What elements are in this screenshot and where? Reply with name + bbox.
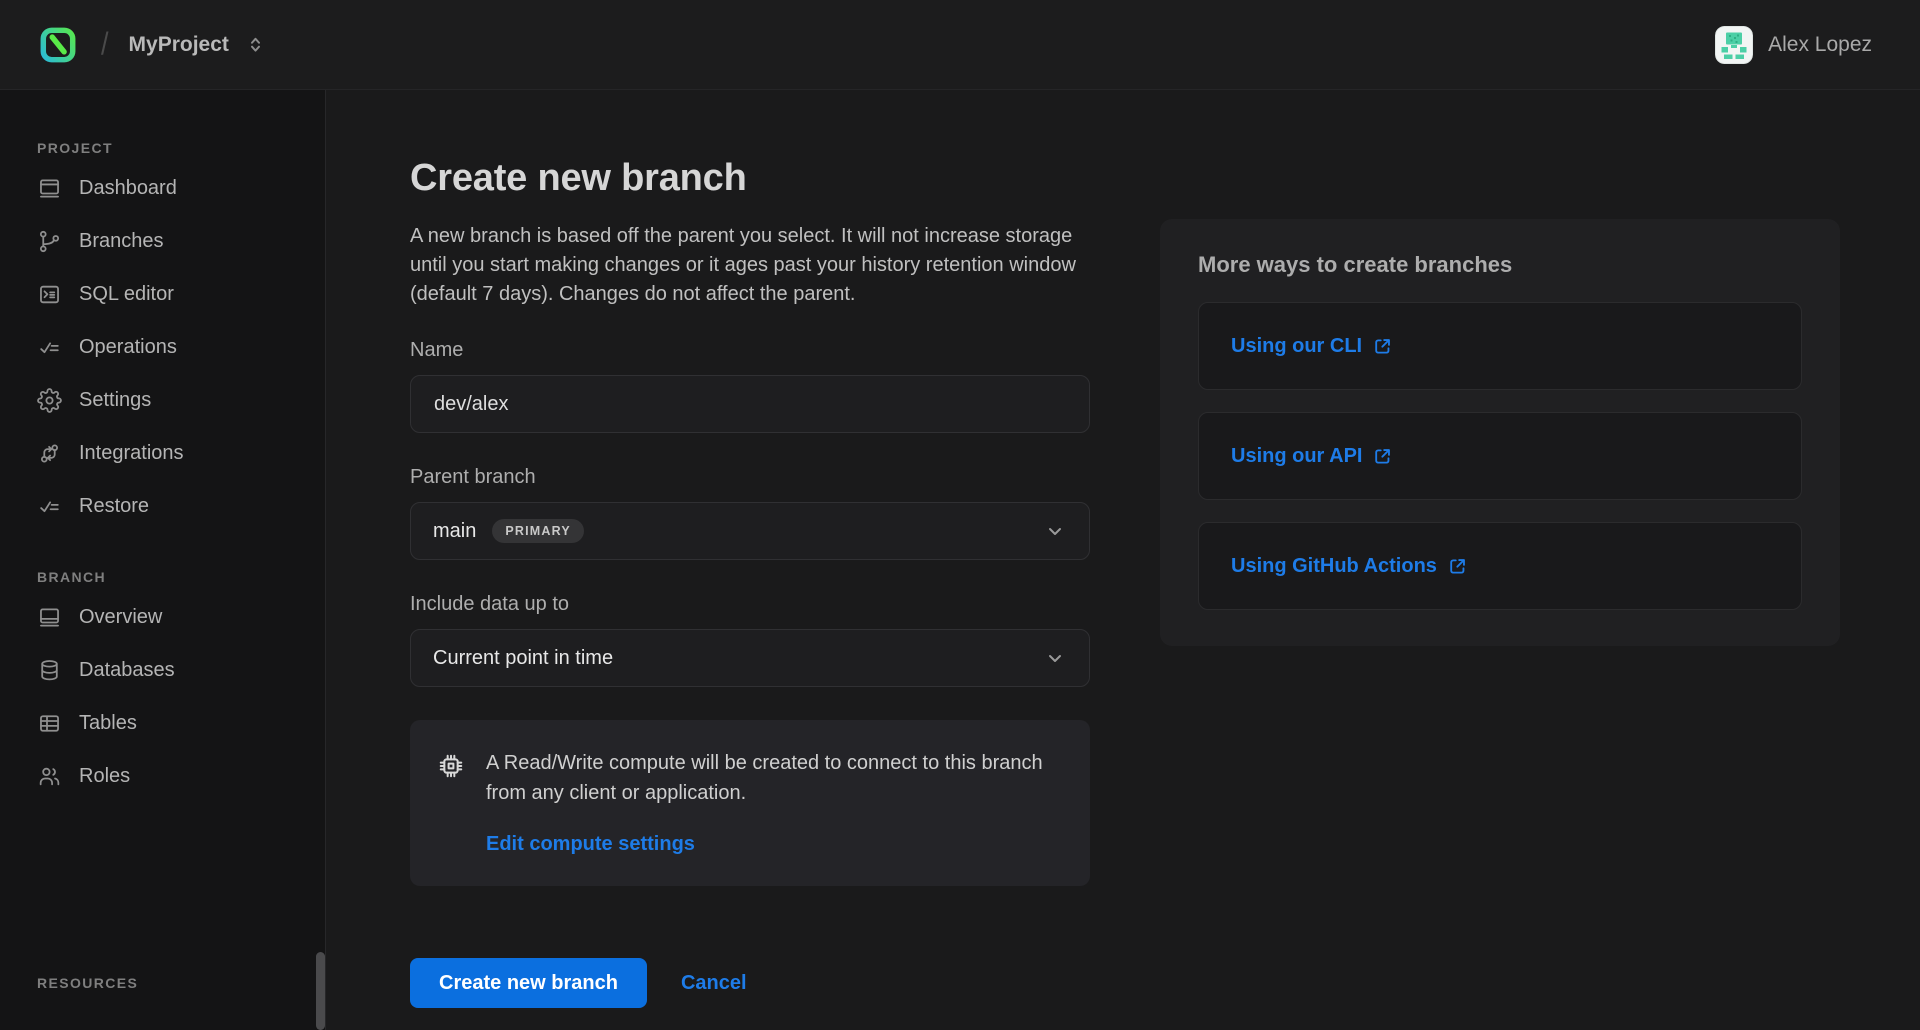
sidebar-section-label: PROJECT xyxy=(37,140,325,156)
project-name: MyProject xyxy=(129,33,229,57)
sidebar-item-label: Restore xyxy=(79,495,149,518)
cancel-button[interactable]: Cancel xyxy=(681,972,747,995)
sidebar-item-roles[interactable]: Roles xyxy=(37,750,325,803)
sidebar-item-operations[interactable]: Operations xyxy=(37,321,325,374)
app-window: / MyProject xyxy=(0,0,1920,1030)
more-ways-link-label: Using our CLI xyxy=(1231,335,1362,358)
settings-icon xyxy=(37,388,62,413)
user-menu[interactable]: Alex Lopez xyxy=(1715,26,1872,64)
include-data-value: Current point in time xyxy=(433,647,613,670)
more-ways-card-using-github-actions[interactable]: Using GitHub Actions xyxy=(1198,522,1802,610)
create-branch-form: Create new branch A new branch is based … xyxy=(410,156,1090,1008)
main-content: Create new branch A new branch is based … xyxy=(326,90,1920,1030)
chevron-down-icon xyxy=(1043,646,1067,670)
sidebar-item-restore[interactable]: Restore xyxy=(37,480,325,533)
branches-icon xyxy=(37,229,62,254)
sidebar-item-label: Databases xyxy=(79,659,175,682)
unfold-chevrons-icon xyxy=(245,34,266,55)
sidebar-item-overview[interactable]: Overview xyxy=(37,591,325,644)
include-data-label: Include data up to xyxy=(410,593,1090,616)
sidebar-item-databases[interactable]: Databases xyxy=(37,644,325,697)
sidebar-item-label: Branches xyxy=(79,230,164,253)
user-name: Alex Lopez xyxy=(1768,33,1872,57)
sidebar-item-sql-editor[interactable]: SQL editor xyxy=(37,268,325,321)
parent-branch-label: Parent branch xyxy=(410,466,1090,489)
sidebar-item-label: Roles xyxy=(79,765,130,788)
sidebar-item-dashboard[interactable]: Dashboard xyxy=(37,162,325,215)
create-branch-button[interactable]: Create new branch xyxy=(410,958,647,1008)
sidebar-item-label: Integrations xyxy=(79,442,184,465)
more-ways-link[interactable]: Using GitHub Actions xyxy=(1231,555,1468,578)
databases-icon xyxy=(37,658,62,683)
external-link-icon xyxy=(1447,556,1468,577)
sidebar-item-label: Settings xyxy=(79,389,151,412)
primary-badge: PRIMARY xyxy=(492,519,584,544)
overview-icon xyxy=(37,605,62,630)
include-data-select[interactable]: Current point in time xyxy=(410,629,1090,687)
sidebar-item-branches[interactable]: Branches xyxy=(37,215,325,268)
chevron-down-icon xyxy=(1043,519,1067,543)
compute-info-card: A Read/Write compute will be created to … xyxy=(410,720,1090,886)
external-link-icon xyxy=(1372,446,1393,467)
more-ways-card-using-our-api[interactable]: Using our API xyxy=(1198,412,1802,500)
branch-name-input[interactable] xyxy=(410,375,1090,433)
sidebar-item-settings[interactable]: Settings xyxy=(37,374,325,427)
more-ways-panel: More ways to create branches Using our C… xyxy=(1160,219,1840,646)
parent-branch-select[interactable]: main PRIMARY xyxy=(410,502,1090,560)
avatar xyxy=(1715,26,1753,64)
project-switcher[interactable]: MyProject xyxy=(129,33,266,57)
more-ways-link[interactable]: Using our CLI xyxy=(1231,335,1393,358)
sidebar-item-integrations[interactable]: Integrations xyxy=(37,427,325,480)
page-title: Create new branch xyxy=(410,156,1090,200)
name-field-label: Name xyxy=(410,339,1090,362)
more-ways-link[interactable]: Using our API xyxy=(1231,445,1393,468)
sidebar-section-label: BRANCH xyxy=(37,569,325,585)
more-ways-card-using-our-cli[interactable]: Using our CLI xyxy=(1198,302,1802,390)
more-ways-link-label: Using GitHub Actions xyxy=(1231,555,1437,578)
page-description: A new branch is based off the parent you… xyxy=(410,222,1090,309)
tables-icon xyxy=(37,711,62,736)
sidebar-item-label: Dashboard xyxy=(79,177,177,200)
more-ways-title: More ways to create branches xyxy=(1198,252,1802,278)
breadcrumb-separator: / xyxy=(101,27,109,63)
neon-logo[interactable] xyxy=(37,24,79,66)
neon-logo-icon xyxy=(37,24,79,66)
restore-icon xyxy=(37,494,62,519)
parent-branch-value: main xyxy=(433,520,476,543)
compute-note: A Read/Write compute will be created to … xyxy=(486,748,1064,808)
form-actions: Create new branch Cancel xyxy=(410,958,1090,1008)
sidebar-section-label: RESOURCES xyxy=(37,975,325,991)
dashboard-icon xyxy=(37,176,62,201)
top-bar: / MyProject xyxy=(0,0,1920,90)
sidebar-item-tables[interactable]: Tables xyxy=(37,697,325,750)
sidebar-scrollbar-thumb[interactable] xyxy=(316,952,325,1030)
roles-icon xyxy=(37,764,62,789)
sidebar-item-label: SQL editor xyxy=(79,283,174,306)
more-ways-link-label: Using our API xyxy=(1231,445,1362,468)
sidebar-section-project: PROJECT Dashboard Branches SQL editor Operat… xyxy=(37,140,325,533)
external-link-icon xyxy=(1372,336,1393,357)
sidebar-item-label: Tables xyxy=(79,712,137,735)
sidebar-section-resources: RESOURCES xyxy=(37,975,325,991)
sidebar: PROJECT Dashboard Branches SQL editor Operat… xyxy=(0,90,326,1030)
edit-compute-settings-link[interactable]: Edit compute settings xyxy=(486,833,695,856)
cpu-chip-icon xyxy=(435,750,467,856)
sql-editor-icon xyxy=(37,282,62,307)
sidebar-section-branch: BRANCH Overview Databases Tables Roles xyxy=(37,569,325,803)
operations-icon xyxy=(37,335,62,360)
integrations-icon xyxy=(37,441,62,466)
sidebar-item-label: Overview xyxy=(79,606,162,629)
sidebar-item-label: Operations xyxy=(79,336,177,359)
